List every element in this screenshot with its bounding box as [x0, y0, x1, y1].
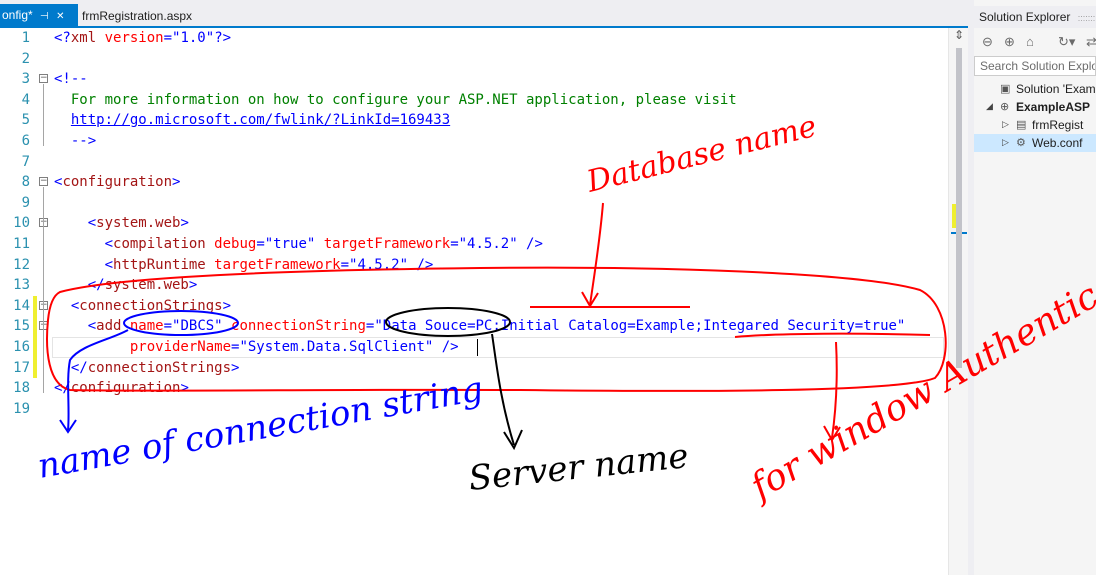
name-circle	[123, 310, 239, 336]
server-circle	[385, 307, 511, 337]
database-arrow	[581, 202, 604, 308]
handwritten-annotations: Database name name of connection string …	[35, 109, 1096, 510]
annotation-for-window-authentication: for window Authentica	[741, 265, 1096, 510]
security-underline	[734, 332, 931, 338]
annotation-database-name: Database name	[582, 109, 820, 200]
connection-strings-outline	[46, 266, 947, 392]
server-arrow	[491, 333, 523, 451]
annotation-name-of-connection-string: name of connection string	[35, 369, 486, 487]
annotation-server-name: Server name	[467, 436, 691, 499]
name-arrow	[59, 329, 129, 434]
